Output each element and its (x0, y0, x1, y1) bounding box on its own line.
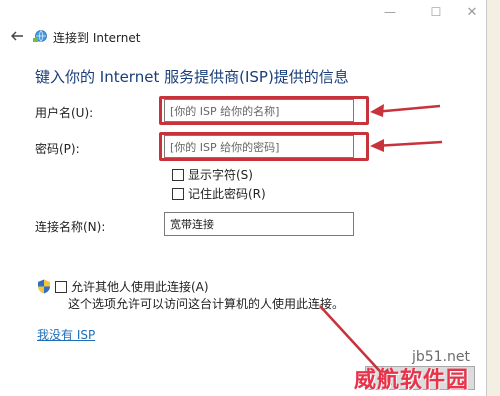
username-annotation-box (159, 96, 369, 125)
watermark-brand: 威航软件园 (354, 367, 470, 393)
network-globe-icon (33, 29, 49, 43)
uac-shield-icon (37, 279, 51, 294)
remember-password-option[interactable]: 记住此密码(R) (172, 185, 266, 202)
connection-name-label: 连接名称(N): (35, 220, 106, 234)
allow-others-label: 允许其他人使用此连接(A) (71, 280, 209, 294)
page-heading: 键入你的 Internet 服务提供商(ISP)提供的信息 (35, 68, 349, 86)
dialog-window: — ☐ ✕ 连接到 Internet 键入你的 Internet 服务提供商(I… (0, 0, 487, 396)
username-arrow-head (370, 104, 384, 117)
close-button[interactable]: ✕ (454, 0, 490, 24)
maximize-button[interactable]: ☐ (418, 0, 454, 24)
minimize-button[interactable]: — (372, 0, 408, 24)
allow-others-option[interactable]: 允许其他人使用此连接(A) (37, 278, 209, 295)
connection-name-input[interactable]: 宽带连接 (164, 212, 354, 236)
remember-password-label: 记住此密码(R) (188, 187, 266, 201)
no-isp-link[interactable]: 我没有 ISP (37, 326, 95, 343)
password-annotation-box (159, 132, 369, 161)
show-chars-option[interactable]: 显示字符(S) (172, 166, 253, 183)
remember-password-checkbox[interactable] (172, 187, 184, 200)
username-label: 用户名(U): (35, 106, 94, 120)
window-title: 连接到 Internet (53, 31, 141, 45)
allow-others-checkbox[interactable] (55, 280, 67, 293)
password-arrow-head (370, 139, 384, 152)
back-arrow-icon[interactable] (10, 29, 24, 43)
allow-others-description: 这个选项允许可以访问这台计算机的人使用此连接。 (68, 297, 345, 311)
show-chars-checkbox[interactable] (172, 168, 184, 181)
show-chars-label: 显示字符(S) (188, 168, 253, 182)
password-label: 密码(P): (35, 142, 80, 156)
password-arrow (373, 140, 443, 148)
username-arrow (373, 104, 441, 114)
